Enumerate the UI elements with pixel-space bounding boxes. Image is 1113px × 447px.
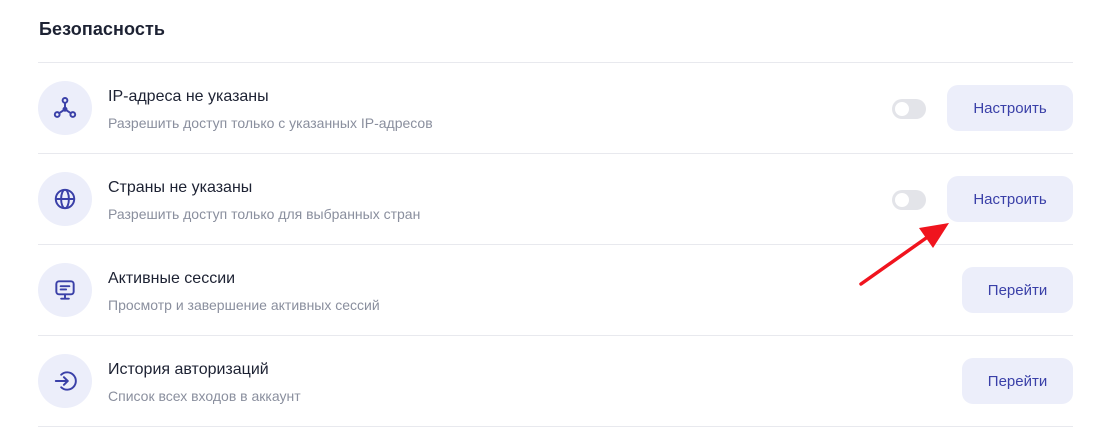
ip-restriction-toggle[interactable]: [892, 99, 926, 119]
section-title: Безопасность: [39, 19, 166, 39]
toggle-knob: [895, 102, 909, 116]
country-restriction-toggle[interactable]: [892, 190, 926, 210]
row-title: IP-адреса не указаны: [108, 88, 269, 105]
row-subtitle: Разрешить доступ только с указанных IP-а…: [108, 115, 433, 131]
row-subtitle: Разрешить доступ только для выбранных ст…: [108, 206, 421, 222]
configure-countries-button[interactable]: Настроить: [947, 176, 1073, 222]
list-item-ip-addresses: IP-адреса не указаны Разрешить доступ то…: [38, 63, 1073, 154]
monitor-icon: [38, 263, 92, 317]
annotation-arrow: [859, 223, 949, 286]
login-icon: [38, 354, 92, 408]
toggle-knob: [895, 193, 909, 207]
list-item-auth-history: История авторизаций Список всех входов в…: [38, 336, 1073, 427]
row-title: Страны не указаны: [108, 179, 253, 196]
row-title: История авторизаций: [108, 361, 269, 378]
row-subtitle: Просмотр и завершение активных сессий: [108, 297, 380, 313]
row-title: Активные сессии: [108, 270, 236, 287]
globe-icon: [38, 172, 92, 226]
row-subtitle: Список всех входов в аккаунт: [108, 388, 301, 404]
configure-ip-button[interactable]: Настроить: [947, 85, 1073, 131]
network-nodes-icon: [38, 81, 92, 135]
open-active-sessions-button[interactable]: Перейти: [962, 267, 1073, 313]
open-auth-history-button[interactable]: Перейти: [962, 358, 1073, 404]
